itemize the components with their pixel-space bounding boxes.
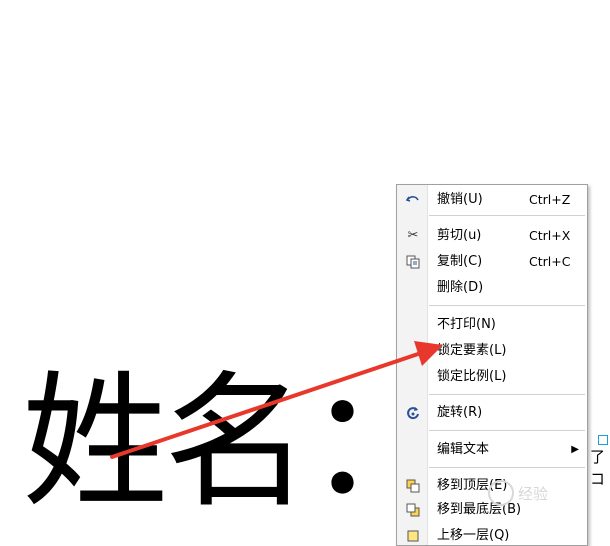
annotation-arrow: [110, 341, 443, 459]
